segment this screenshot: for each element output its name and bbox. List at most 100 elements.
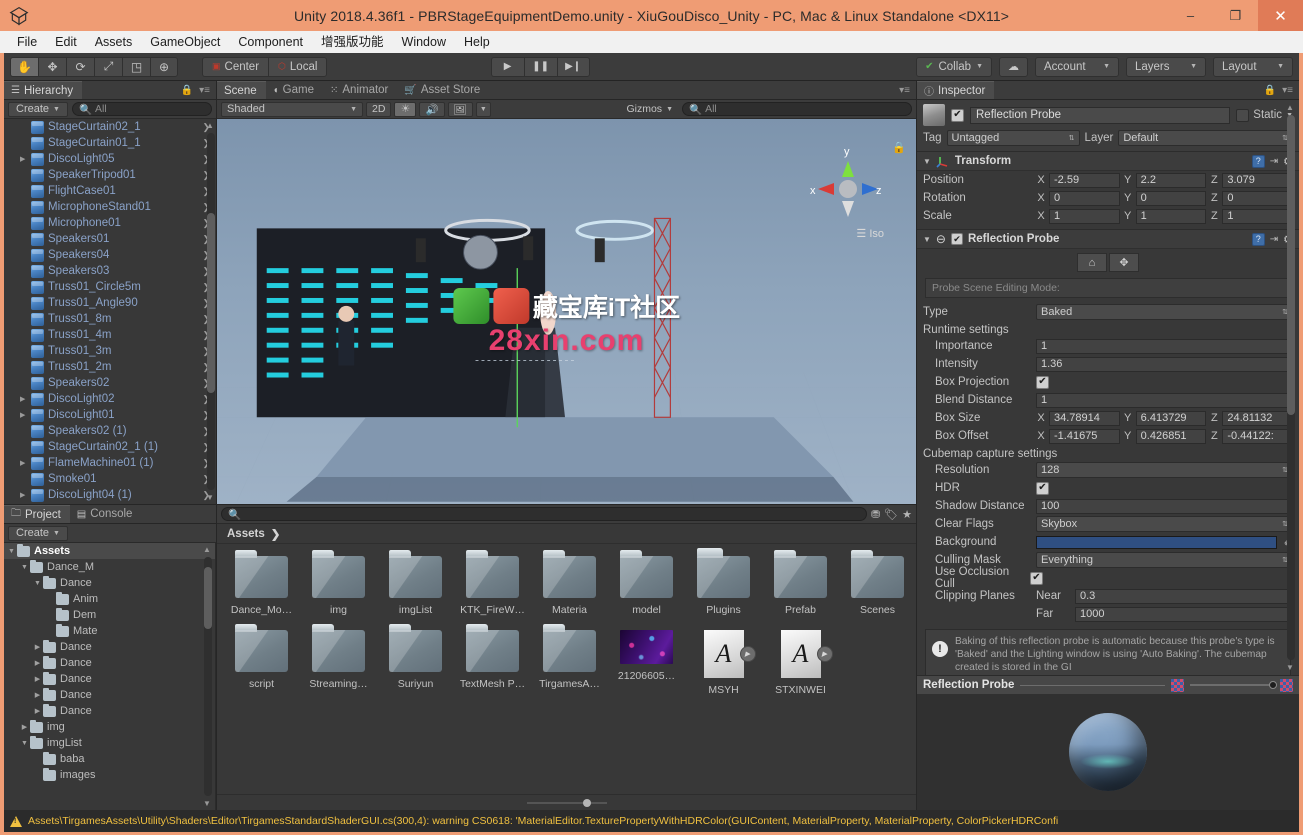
toggle-2d-button[interactable]: 2D <box>366 101 392 117</box>
transform-x-input[interactable]: 0 <box>1049 190 1120 206</box>
hierarchy-item[interactable]: ▶DiscoLight02❯ <box>4 391 216 407</box>
preview-mip-slider-knob[interactable] <box>1269 681 1277 689</box>
asset-item[interactable]: Suriyun <box>389 624 442 696</box>
resolution-dropdown[interactable]: 128 ⇅ <box>1036 462 1293 478</box>
tab-asset-store[interactable]: 🛒 Asset Store <box>397 81 489 99</box>
play-badge-icon[interactable]: ▶ <box>816 646 833 662</box>
asset-item[interactable]: script <box>235 624 288 696</box>
asset-item[interactable]: model <box>620 550 673 616</box>
asset-item[interactable]: A ▶ MSYH <box>697 630 756 696</box>
project-tree-item[interactable]: ▶ Dance <box>4 703 215 719</box>
tab-scene[interactable]: Scene <box>217 81 266 99</box>
hierarchy-scroll-up[interactable]: ▲ <box>205 121 215 130</box>
hierarchy-search-input[interactable]: 🔍 All <box>71 102 212 116</box>
tab-project[interactable]: 🗀 Project <box>4 505 70 523</box>
project-tree-item[interactable]: Anim <box>4 591 215 607</box>
asset-item[interactable]: Plugins <box>697 548 750 616</box>
asset-item[interactable]: Scenes <box>851 550 904 616</box>
hierarchy-item[interactable]: Speakers04❯ <box>4 247 216 263</box>
menu-component[interactable]: Component <box>229 32 312 52</box>
culling-mask-dropdown[interactable]: Everything ⇅ <box>1036 552 1293 568</box>
tab-game[interactable]: ◖ Game <box>266 81 323 99</box>
project-tree-item[interactable]: ▶ img <box>4 719 215 735</box>
project-tree-item[interactable]: Mate <box>4 623 215 639</box>
static-checkbox[interactable]: ✔ <box>1236 108 1250 122</box>
tab-animator[interactable]: ⁙ Animator <box>323 81 397 99</box>
hierarchy-item[interactable]: ▶DiscoLight04 (2)❯ <box>4 503 216 504</box>
breadcrumb-assets[interactable]: Assets <box>227 528 265 540</box>
inspector-scroll-up[interactable]: ▲ <box>1285 103 1295 112</box>
tab-hierarchy[interactable]: ☰ Hierarchy <box>4 81 83 99</box>
project-tree-item[interactable]: ▼ Dance <box>4 575 215 591</box>
hierarchy-item[interactable]: StageCurtain02_1 (1)❯ <box>4 439 216 455</box>
asset-item[interactable]: Materia <box>543 550 596 616</box>
asset-item[interactable]: TirgamesA… <box>539 624 600 696</box>
near-input[interactable]: 0.3 <box>1075 588 1293 604</box>
cloud-button[interactable]: ☁ <box>999 56 1028 77</box>
tree-scrollbar[interactable] <box>204 557 212 796</box>
inspector-scroll-down[interactable]: ▼ <box>1285 663 1295 672</box>
expand-arrow-icon[interactable]: ▶ <box>32 643 43 651</box>
minimize-button[interactable]: – <box>1168 0 1213 31</box>
hierarchy-item[interactable]: ▶DiscoLight05❯ <box>4 151 216 167</box>
inspector-scroll-thumb[interactable] <box>1287 115 1295 415</box>
expand-arrow-icon[interactable]: ▶ <box>19 723 30 731</box>
preview-mip-slider[interactable] <box>1190 681 1277 689</box>
hierarchy-scrollbar[interactable] <box>207 133 215 490</box>
probe-type-dropdown[interactable]: Baked ⇅ <box>1036 304 1293 320</box>
asset-item[interactable]: KTK_FireW… <box>460 550 525 616</box>
project-tree-item[interactable]: images <box>4 767 215 783</box>
expand-arrow-icon[interactable]: ▶ <box>32 707 43 715</box>
help-icon[interactable]: ? <box>1251 232 1265 246</box>
menu-file[interactable]: File <box>8 32 46 52</box>
importance-input[interactable]: 1 <box>1036 338 1293 354</box>
chevron-down-icon[interactable]: ▼ <box>923 235 931 244</box>
hierarchy-item[interactable]: StageCurtain01_1❯ <box>4 135 216 151</box>
hierarchy-item[interactable]: Speakers03❯ <box>4 263 216 279</box>
lock-icon[interactable]: 🔒 <box>181 85 193 96</box>
chevron-down-icon[interactable]: ▼ <box>923 157 931 166</box>
scene-lock-icon[interactable]: 🔒 <box>892 141 906 154</box>
icon-size-slider-knob[interactable] <box>582 798 591 807</box>
hierarchy-item[interactable]: MicrophoneStand01❯ <box>4 199 216 215</box>
preset-icon[interactable]: ⇥ <box>1270 156 1278 167</box>
gizmos-dropdown[interactable]: Gizmos ▼ <box>621 102 678 117</box>
asset-item[interactable]: img <box>312 550 365 616</box>
asset-item[interactable]: Dance_Mo… <box>231 550 292 616</box>
expand-arrow-icon[interactable]: ▶ <box>20 491 31 499</box>
panel-menu-icon[interactable]: ▾≡ <box>1282 85 1293 96</box>
transform-z-input[interactable]: 0 <box>1222 190 1294 206</box>
lock-icon[interactable]: 🔒 <box>1264 85 1276 96</box>
project-tree-item[interactable]: ▼ Dance_M <box>4 559 215 575</box>
transform-x-input[interactable]: -2.59 <box>1049 172 1120 188</box>
menu-help[interactable]: Help <box>455 32 499 52</box>
box-size-y-input[interactable]: 6.413729 <box>1135 410 1207 426</box>
project-tree-item[interactable]: ▼ imgList <box>4 735 215 751</box>
hierarchy-item[interactable]: Speakers02❯ <box>4 375 216 391</box>
hierarchy-item[interactable]: Truss01_8m❯ <box>4 311 216 327</box>
transform-y-input[interactable]: 2.2 <box>1135 172 1207 188</box>
hierarchy-item[interactable]: ▶FlameMachine01 (1)❯ <box>4 455 216 471</box>
project-tree-item[interactable]: ▼ Assets <box>4 543 215 559</box>
scene-audio-toggle[interactable]: 🔊 <box>419 101 445 117</box>
asset-item[interactable]: TextMesh P… <box>460 624 525 696</box>
shading-mode-dropdown[interactable]: Shaded ▼ <box>221 101 363 117</box>
scene-effects-toggle[interactable]: 🖼 <box>447 101 473 117</box>
hierarchy-scroll-thumb[interactable] <box>207 213 215 393</box>
filter-by-type-icon[interactable]: ⛃ <box>871 508 880 521</box>
close-button[interactable]: ✕ <box>1258 0 1303 31</box>
hierarchy-item[interactable]: Truss01_3m❯ <box>4 343 216 359</box>
shadow-distance-input[interactable]: 100 <box>1036 498 1293 514</box>
scene-viewport[interactable]: 藏宝库iT社区 28xin.com y x z ☰ Iso 🔒 <box>217 119 916 504</box>
icon-size-slider[interactable] <box>526 798 607 807</box>
expand-arrow-icon[interactable]: ▶ <box>32 675 43 683</box>
asset-item[interactable]: imgList <box>389 550 442 616</box>
background-color-field[interactable] <box>1036 535 1277 549</box>
pause-button[interactable]: ❚❚ <box>523 56 557 77</box>
pivot-mode-button[interactable]: ▣ Center <box>202 56 269 77</box>
hierarchy-list[interactable]: StageCurtain02_1❯StageCurtain01_1❯▶Disco… <box>4 119 216 504</box>
transform-component-header[interactable]: ▼ Transform ? ⇥ ⚙ <box>917 151 1299 171</box>
tag-dropdown[interactable]: Untagged ⇅ <box>946 130 1080 146</box>
box-offset-z-input[interactable]: -0.44122: <box>1222 428 1294 444</box>
layer-dropdown[interactable]: Default ⇅ <box>1118 130 1293 146</box>
